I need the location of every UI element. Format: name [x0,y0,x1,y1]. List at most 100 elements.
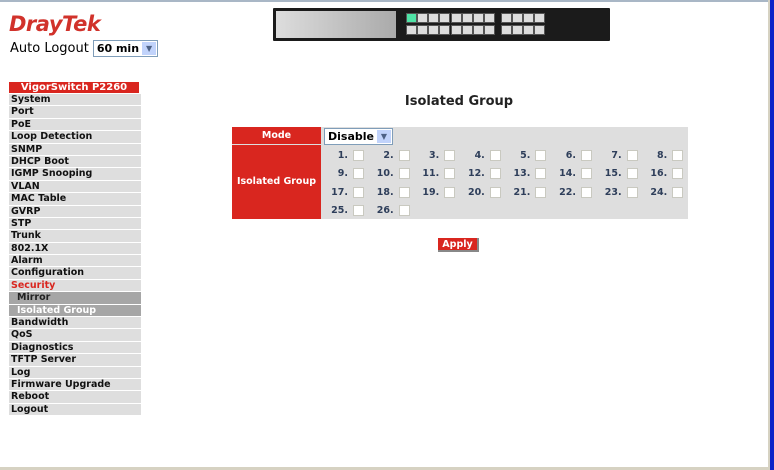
port-option: 1. [318,150,364,161]
apply-button[interactable]: Apply [438,238,479,252]
sidebar-item-alarm[interactable]: Alarm [9,255,141,267]
switch-port-icon [417,13,428,23]
port-number: 14. [559,168,576,180]
sidebar-item-diagnostics[interactable]: Diagnostics [9,341,141,354]
sidebar-item-logout[interactable]: Logout [9,403,141,416]
port-checkbox[interactable] [398,168,410,180]
sidebar-item-bandwidth[interactable]: Bandwidth [9,317,141,329]
auto-logout-label: Auto Logout [10,41,89,56]
port-option: 3. [409,150,456,161]
port-checkbox[interactable] [535,168,547,180]
sidebar-item-loop-detection[interactable]: Loop Detection [9,131,141,143]
sidebar-item-stp[interactable]: STP [9,217,141,230]
sidebar-item-security[interactable]: Security [9,279,141,292]
switch-port-icon [501,13,512,23]
port-number: 18. [376,186,394,198]
port-option: 12. [455,168,501,180]
port-option: 6. [546,150,592,161]
switch-port-icon [473,25,484,35]
sidebar-item-igmp-snooping[interactable]: IGMP Snooping [9,168,141,180]
switch-port-icon [484,25,495,35]
port-option: 24. [637,186,684,198]
port-number: 8. [656,150,668,161]
port-option: 18. [364,186,410,198]
auto-logout: Auto Logout 60 min ▼ [10,40,159,57]
sidebar-item-802-1x[interactable]: 802.1X [9,242,141,255]
sidebar-item-mirror[interactable]: Mirror [9,292,141,304]
port-checkbox[interactable] [444,150,456,161]
switch-port-icon [417,25,428,35]
port-number: 26. [376,204,394,216]
sidebar-item-firmware-upgrade[interactable]: Firmware Upgrade [9,378,141,391]
port-checkbox[interactable] [672,150,684,161]
sidebar-item-poe[interactable]: PoE [9,118,141,131]
port-option: 20. [455,186,501,198]
sidebar-item-mac-table[interactable]: MAC Table [9,193,141,205]
mode-select[interactable]: Disable ▼ [324,128,393,145]
port-checkbox[interactable] [353,186,364,198]
port-number: 9. [337,168,348,180]
switch-port-icon [406,25,417,35]
sidebar-item-reboot[interactable]: Reboot [9,391,141,403]
port-checkbox[interactable] [672,186,684,198]
switch-port-icon [512,25,523,35]
chevron-down-icon: ▼ [142,42,157,55]
port-option: 13. [500,168,547,180]
port-checkbox[interactable] [398,204,410,216]
port-number: 15. [604,168,622,180]
port-checkbox[interactable] [626,150,638,161]
sidebar-item-isolated-group[interactable]: Isolated Group [9,304,141,317]
port-checkbox[interactable] [581,150,592,161]
sidebar-item-tftp-server[interactable]: TFTP Server [9,354,141,366]
switch-port-icon [462,25,473,35]
port-checkbox[interactable] [535,186,547,198]
sidebar-item-gvrp[interactable]: GVRP [9,205,141,217]
switch-port-icon [451,25,462,35]
auto-logout-value: 60 min [96,42,140,55]
sidebar-item-dhcp-boot[interactable]: DHCP Boot [9,155,141,168]
port-checkbox[interactable] [581,168,592,180]
sidebar-item-snmp[interactable]: SNMP [9,143,141,155]
mode-value: Disable [328,130,374,143]
port-number: 13. [513,168,531,180]
isolated-group-label: Isolated Group [232,145,321,219]
window-frame [770,0,774,470]
port-option: 5. [500,150,547,161]
port-number: 5. [520,150,531,161]
port-checkbox[interactable] [444,168,456,180]
port-option: 7. [592,150,638,161]
auto-logout-select[interactable]: 60 min ▼ [92,40,159,57]
port-checkbox[interactable] [398,150,410,161]
port-checkbox[interactable] [353,150,364,161]
port-checkbox[interactable] [672,168,684,180]
switch-panel-image [273,8,610,41]
switch-port-icon [406,13,417,23]
port-number: 23. [604,186,622,198]
sidebar-item-log[interactable]: Log [9,366,141,378]
port-number: 2. [383,150,394,161]
sidebar-item-vlan[interactable]: VLAN [9,180,141,193]
port-checkbox[interactable] [581,186,592,198]
port-checkbox[interactable] [398,186,410,198]
port-checkbox[interactable] [626,186,638,198]
port-checkbox[interactable] [626,168,638,180]
port-checkbox[interactable] [353,168,364,180]
port-number: 11. [422,168,440,180]
port-number: 12. [467,168,485,180]
port-checkbox[interactable] [489,186,501,198]
port-number: 10. [376,168,394,180]
switch-port-icon [501,25,512,35]
sidebar-item-configuration[interactable]: Configuration [9,267,141,279]
port-checkbox[interactable] [489,150,501,161]
port-checkbox[interactable] [444,186,456,198]
sidebar-item-qos[interactable]: QoS [9,329,141,341]
port-number: 21. [513,186,531,198]
port-checkbox[interactable] [535,150,547,161]
port-checkbox[interactable] [489,168,501,180]
port-option: 8. [637,150,684,161]
port-number: 7. [611,150,622,161]
mode-label: Mode [232,127,321,144]
sidebar-item-trunk[interactable]: Trunk [9,230,141,242]
port-checkbox[interactable] [353,204,364,216]
chevron-down-icon: ▼ [376,130,391,143]
